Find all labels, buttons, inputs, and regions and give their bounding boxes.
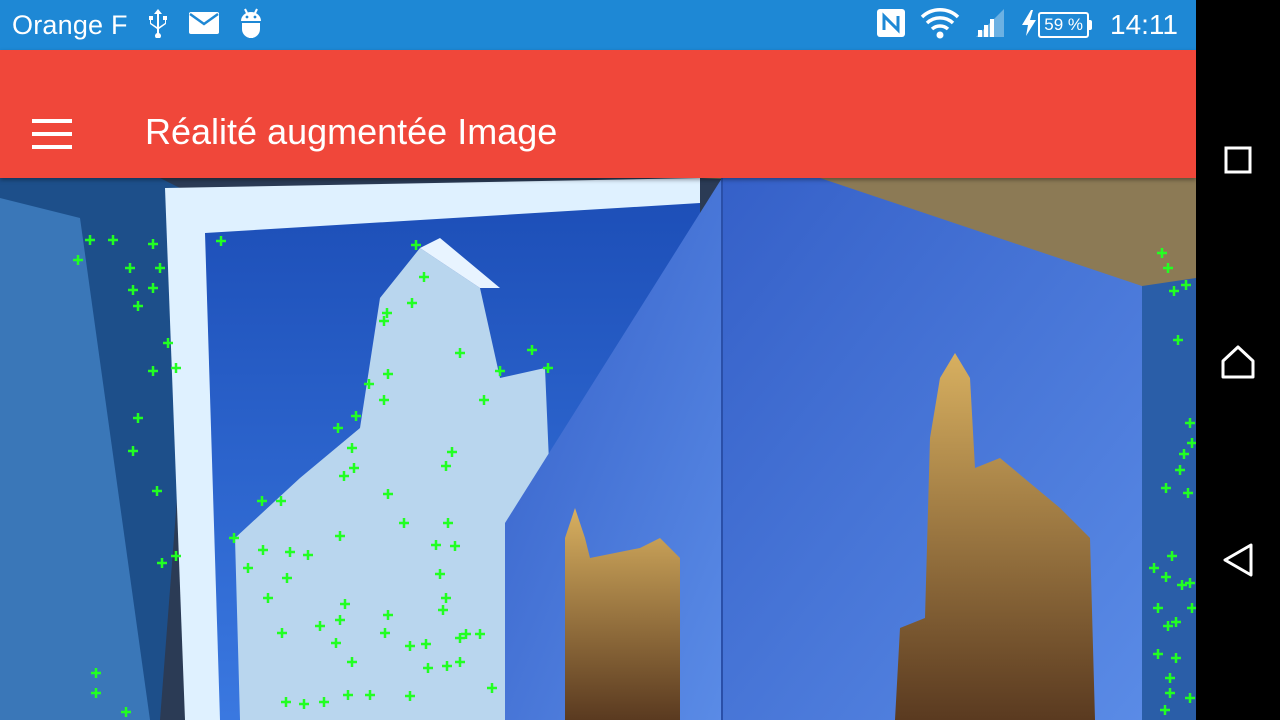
battery-level: 59 % [1038, 12, 1089, 38]
home-icon [1221, 345, 1255, 379]
status-bar-left: Orange F [12, 0, 264, 50]
back-icon [1223, 543, 1253, 577]
carrier-name: Orange F [12, 9, 128, 40]
battery-tip [1089, 20, 1092, 30]
camera-ar-view[interactable] [0, 178, 1196, 720]
wifi-icon [920, 7, 960, 44]
status-bar: Orange F 59 % 14:11 [0, 0, 1196, 50]
menu-line [32, 132, 72, 136]
status-bar-right: 59 % 14:11 [876, 0, 1178, 50]
nfc-icon [876, 8, 906, 43]
clock: 14:11 [1110, 9, 1178, 40]
menu-line [32, 119, 72, 123]
charging-icon [1020, 9, 1038, 42]
nav-bar [1196, 0, 1280, 720]
mail-icon [188, 11, 220, 40]
ar-scene [0, 178, 1196, 720]
signal-icon [974, 7, 1006, 44]
page-title: Réalité augmentée Image [145, 111, 558, 152]
square-icon [1224, 146, 1252, 174]
app-bar: Réalité augmentée Image [0, 50, 1196, 178]
right-background [1142, 278, 1196, 720]
battery-indicator: 59 % [1020, 9, 1092, 42]
menu-line [32, 145, 72, 149]
usb-icon [146, 8, 170, 43]
recent-apps-button[interactable] [1214, 136, 1262, 184]
back-button[interactable] [1214, 536, 1262, 584]
hamburger-menu-icon[interactable] [22, 106, 82, 162]
home-button[interactable] [1214, 338, 1262, 386]
android-debug-icon [238, 7, 264, 44]
